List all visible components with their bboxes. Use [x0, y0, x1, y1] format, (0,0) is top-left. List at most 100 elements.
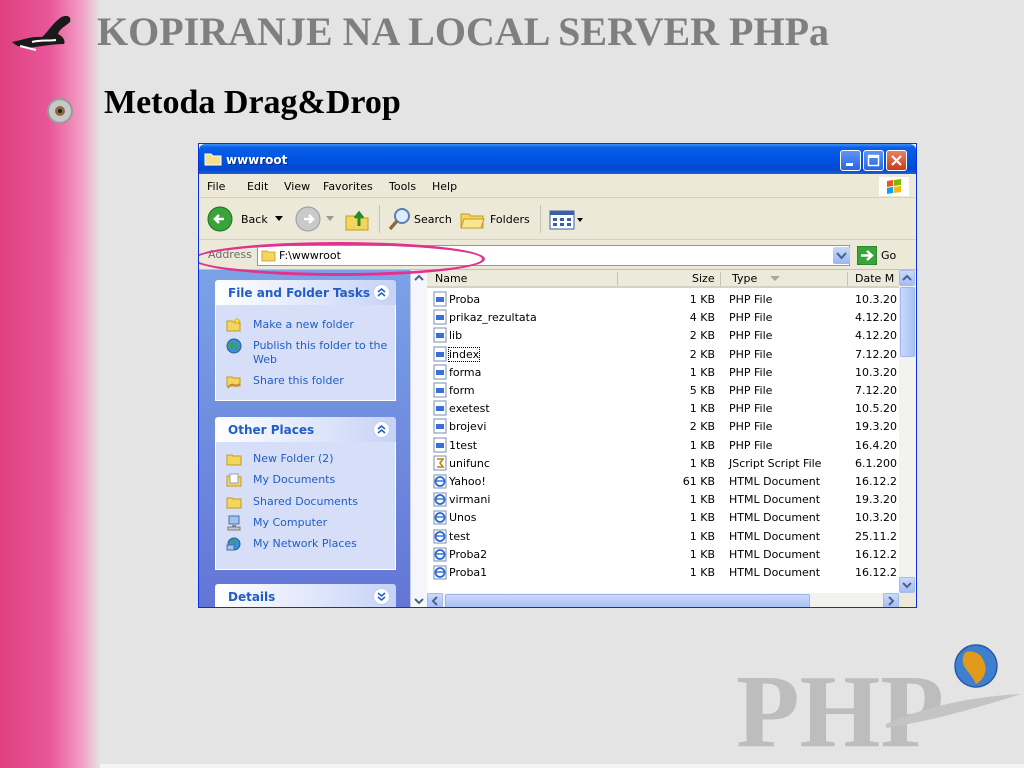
file-list: Name Size Type Date M Proba 1 KB PHP Fil… [427, 270, 916, 607]
footer-line [100, 764, 1024, 768]
file-row[interactable]: Yahoo! 61 KB HTML Document 16.12.2 [427, 472, 899, 490]
menu-favorites[interactable]: Favorites [323, 180, 373, 193]
file-name: forma [449, 365, 482, 379]
scroll-down-button[interactable] [899, 577, 915, 593]
file-row[interactable]: Proba2 1 KB HTML Document 16.12.2 [427, 545, 899, 563]
file-row[interactable]: forma 1 KB PHP File 10.3.20 [427, 363, 899, 381]
file-size: 1 KB [689, 529, 715, 543]
file-row[interactable]: Unos 1 KB HTML Document 10.3.20 [427, 508, 899, 526]
search-button[interactable]: Search [414, 213, 452, 226]
file-name: prikaz_rezultata [449, 311, 537, 325]
back-button[interactable]: Back [241, 213, 268, 226]
column-type[interactable]: Type [732, 272, 757, 285]
html-document-icon [433, 565, 447, 580]
resize-grip[interactable] [899, 593, 916, 607]
file-row[interactable]: exetest 1 KB PHP File 10.5.20 [427, 399, 899, 417]
file-size: 1 KB [689, 566, 715, 579]
scroll-up-button[interactable] [899, 270, 915, 286]
vertical-scroll-thumb[interactable] [900, 287, 915, 357]
forward-arrow-icon[interactable] [295, 206, 321, 232]
network-places-icon [226, 537, 241, 551]
file-name: virmani [449, 493, 491, 507]
expand-button[interactable] [373, 588, 390, 605]
file-type: PHP File [729, 347, 773, 361]
scroll-right-button[interactable] [883, 593, 899, 607]
file-row[interactable]: lib 2 KB PHP File 4.12.20 [427, 326, 899, 344]
panel-header[interactable]: Other Places [215, 417, 396, 442]
address-input[interactable]: F:\wwwroot [257, 245, 850, 266]
file-type: HTML Document [729, 547, 821, 561]
folders-icon[interactable] [459, 206, 485, 232]
file-type: HTML Document [729, 493, 821, 507]
vertical-scrollbar[interactable] [899, 270, 916, 593]
file-type: PHP File [729, 438, 773, 452]
file-type: PHP File [729, 420, 773, 434]
php-file-icon [433, 437, 447, 453]
task-pane-scrollbar[interactable] [410, 270, 427, 608]
column-date-modified[interactable]: Date M [855, 272, 899, 285]
window-titlebar[interactable]: wwwroot [199, 144, 916, 174]
file-row[interactable]: brojevi 2 KB PHP File 19.3.20 [427, 417, 899, 435]
file-date: 4.12.20 [855, 311, 897, 325]
slide-title: KOPIRANJE NA LOCAL SERVER PHPa [97, 9, 830, 54]
go-button[interactable]: Go [881, 249, 896, 262]
file-row[interactable]: prikaz_rezultata 4 KB PHP File 4.12.20 [427, 308, 899, 326]
horizontal-scrollbar[interactable] [427, 593, 899, 607]
column-divider[interactable] [617, 272, 618, 286]
collapse-button[interactable] [373, 421, 390, 438]
maximize-button[interactable] [863, 150, 884, 171]
folders-button[interactable]: Folders [490, 213, 530, 226]
menu-tools[interactable]: Tools [389, 180, 416, 193]
go-arrow-icon[interactable] [857, 246, 877, 265]
file-row[interactable]: virmani 1 KB HTML Document 19.3.20 [427, 490, 899, 508]
file-date: 10.3.20 [855, 365, 897, 379]
collapse-button[interactable] [373, 284, 390, 301]
panel-title: Details [228, 590, 276, 604]
file-row[interactable]: unifunc 1 KB JScript Script File 6.1.200 [427, 454, 899, 472]
horizontal-scroll-thumb[interactable] [445, 594, 810, 607]
chevron-down-icon[interactable] [326, 216, 334, 222]
chevron-right-icon [888, 596, 895, 606]
address-dropdown-button[interactable] [833, 247, 850, 264]
php-file-icon [433, 327, 447, 343]
menu-view[interactable]: View [284, 180, 310, 193]
column-size[interactable]: Size [692, 272, 715, 285]
file-row[interactable]: Proba1 1 KB HTML Document 16.12.2 [427, 563, 899, 581]
minimize-button[interactable] [840, 150, 861, 171]
column-divider[interactable] [720, 272, 721, 286]
file-row[interactable]: test 1 KB HTML Document 25.11.2 [427, 527, 899, 545]
panel-title: Other Places [228, 423, 315, 437]
file-row[interactable]: index 2 KB PHP File 7.12.20 [427, 345, 899, 363]
panel-header[interactable]: File and Folder Tasks [215, 280, 396, 305]
maximize-icon [867, 154, 880, 167]
file-type: HTML Document [729, 511, 821, 525]
menu-file[interactable]: File [207, 180, 225, 193]
toolbar-separator [379, 205, 380, 233]
file-type: HTML Document [729, 529, 821, 543]
window-title: wwwroot [226, 153, 288, 167]
file-type: PHP File [729, 329, 773, 343]
file-size: 1 KB [689, 511, 715, 525]
scroll-down-icon[interactable] [411, 593, 427, 608]
file-row[interactable]: Proba 1 KB PHP File 10.3.20 [427, 290, 899, 308]
back-arrow-icon[interactable] [207, 206, 233, 232]
file-row[interactable]: 1test 1 KB PHP File 16.4.20 [427, 436, 899, 454]
double-chevron-up-icon [377, 288, 386, 297]
bird-logo-icon [12, 15, 71, 51]
column-name[interactable]: Name [435, 272, 467, 285]
scroll-left-button[interactable] [427, 593, 443, 607]
search-icon[interactable] [387, 206, 413, 232]
column-divider[interactable] [847, 272, 848, 286]
file-row[interactable]: form 5 KB PHP File 7.12.20 [427, 381, 899, 399]
file-name: lib [449, 329, 463, 343]
menu-help[interactable]: Help [432, 180, 457, 193]
file-name: brojevi [449, 420, 487, 434]
chevron-down-icon[interactable] [275, 216, 283, 222]
panel-header[interactable]: Details [215, 584, 396, 607]
close-button[interactable] [886, 150, 907, 171]
html-document-icon [433, 547, 447, 562]
views-icon[interactable] [549, 210, 585, 230]
up-folder-icon[interactable] [344, 206, 370, 232]
scroll-up-icon[interactable] [411, 270, 427, 286]
menu-edit[interactable]: Edit [247, 180, 268, 193]
